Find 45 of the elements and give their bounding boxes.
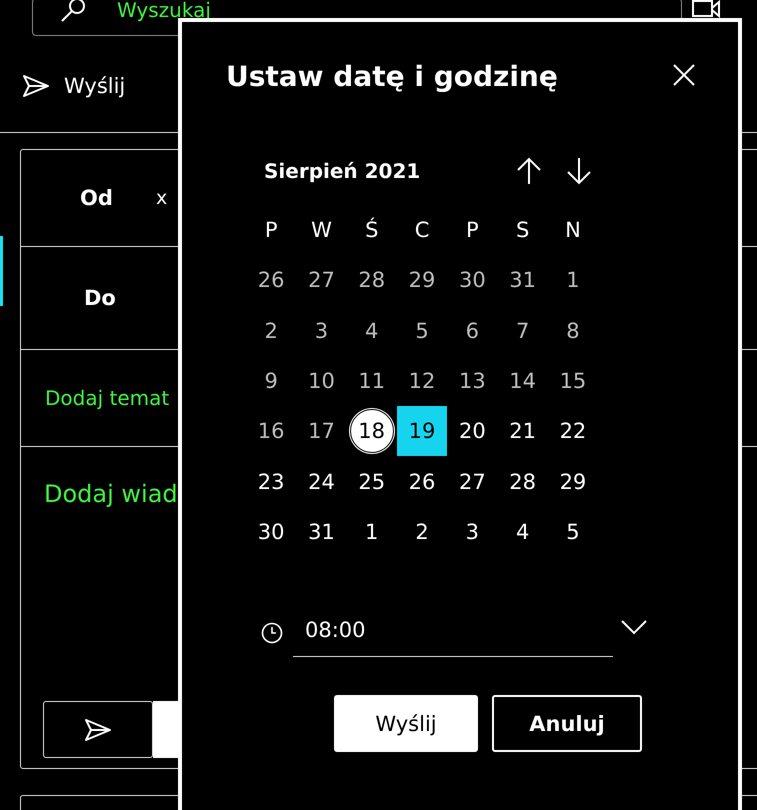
- month-label: Sierpień 2021: [264, 159, 422, 183]
- calendar-day[interactable]: 20: [447, 406, 498, 456]
- calendar-day[interactable]: 19: [396, 406, 448, 456]
- calendar-day[interactable]: 5: [548, 506, 598, 558]
- from-label: Od: [80, 186, 114, 210]
- calendar-day[interactable]: 3: [447, 506, 498, 558]
- calendar-day[interactable]: 23: [246, 456, 296, 507]
- message-body-field[interactable]: Dodaj wiad: [42, 479, 186, 509]
- weekday-label: P: [264, 217, 278, 244]
- dialog-title: Ustaw datę i godzinę: [226, 60, 558, 93]
- cancel-button[interactable]: Anuluj: [492, 695, 642, 752]
- calendar-day[interactable]: 30: [246, 506, 296, 558]
- weekday-label: W: [310, 217, 333, 244]
- send-icon: [22, 74, 50, 98]
- weekday-label: C: [414, 217, 430, 244]
- calendar-day[interactable]: 25: [346, 456, 397, 507]
- send-button[interactable]: Wyślij: [22, 66, 126, 106]
- calendar-day[interactable]: 1: [346, 506, 397, 558]
- calendar-day[interactable]: 4: [497, 506, 548, 558]
- calendar-day[interactable]: 21: [497, 406, 548, 456]
- calendar-day[interactable]: 29: [548, 456, 598, 507]
- from-value: x: [156, 187, 168, 209]
- calendar-day[interactable]: 28: [497, 456, 548, 507]
- chevron-down-icon[interactable]: [621, 618, 647, 635]
- weekday-label: P: [465, 217, 480, 244]
- calendar-day[interactable]: 31: [296, 506, 347, 558]
- weekday-label: S: [514, 217, 530, 244]
- calendar-day[interactable]: 26: [396, 456, 448, 507]
- calendar-day[interactable]: 24: [296, 456, 347, 507]
- weekday-label: Ś: [364, 216, 380, 244]
- time-field[interactable]: 08:00: [293, 610, 613, 658]
- clock-icon: [261, 622, 283, 644]
- to-label: Do: [84, 286, 117, 310]
- calendar-day[interactable]: 27: [447, 456, 498, 507]
- send-button[interactable]: Wyślij: [334, 695, 478, 752]
- search-field[interactable]: Wyszukaj: [115, 0, 319, 23]
- video-camera-icon[interactable]: [692, 0, 720, 18]
- selection-indicator: [0, 236, 3, 306]
- calendar-day[interactable]: 2: [396, 506, 448, 558]
- subject-field[interactable]: Dodaj temat: [43, 385, 182, 411]
- calendar-day[interactable]: 22: [548, 406, 598, 456]
- calendar-day[interactable]: 18: [350, 409, 394, 454]
- send-button[interactable]: [43, 701, 153, 758]
- send-icon: [83, 718, 113, 742]
- weekday-label: N: [564, 217, 582, 244]
